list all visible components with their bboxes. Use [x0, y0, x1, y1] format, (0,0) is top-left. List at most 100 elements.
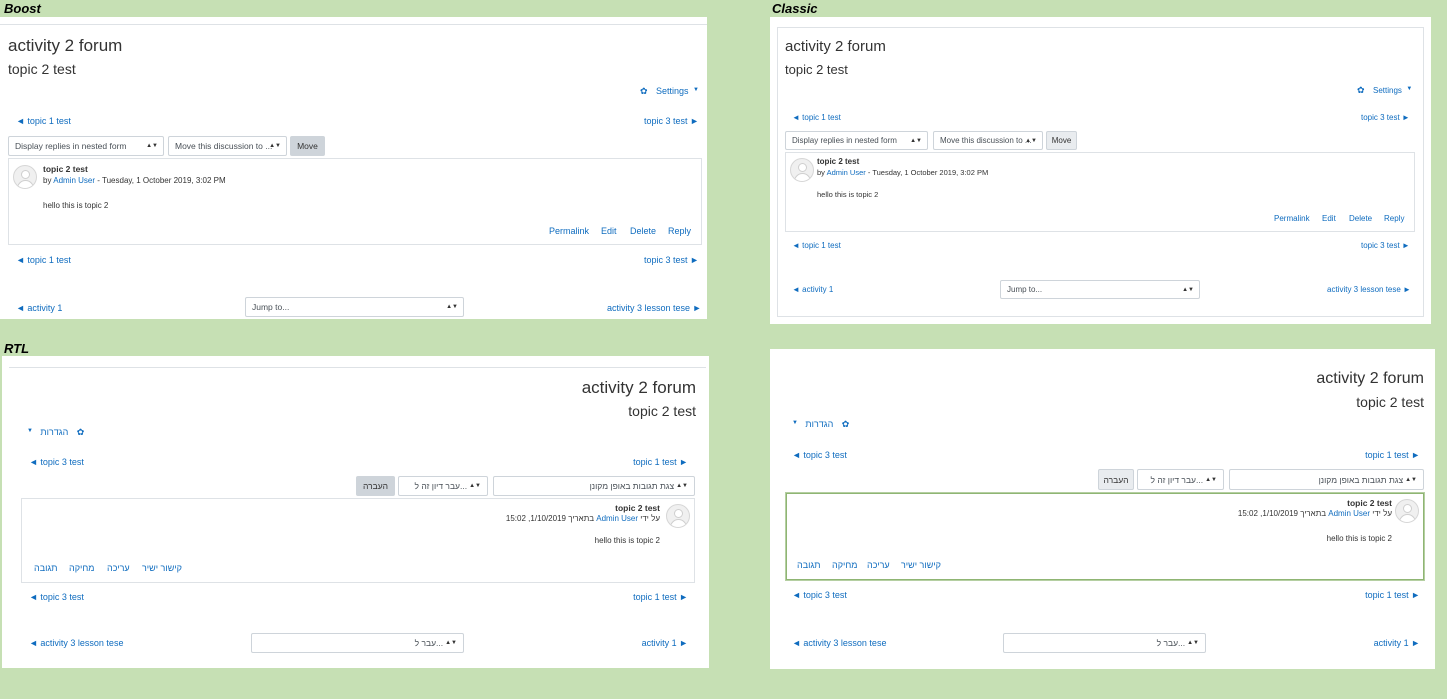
avatar[interactable] [13, 165, 37, 189]
edit-link[interactable]: Edit [601, 226, 617, 236]
delete-link[interactable]: מחיקה [69, 563, 94, 573]
post-body: hello this is topic 2 [43, 201, 109, 210]
delete-link[interactable]: Delete [1349, 214, 1372, 223]
reply-link[interactable]: Reply [1384, 214, 1404, 223]
post-author-link[interactable]: Admin User [827, 168, 866, 177]
post-subject: topic 2 test [615, 503, 660, 513]
post-meta: by Admin User - Tuesday, 1 October 2019,… [43, 176, 226, 185]
delete-link[interactable]: מחיקה [832, 560, 857, 570]
jump-to-value: עבר ל... [414, 638, 444, 648]
next-topic-link-bottom[interactable]: topic 3 test ► [1361, 241, 1410, 250]
page-title: activity 2 forum [1316, 370, 1424, 387]
post-author-link[interactable]: Admin User [596, 514, 638, 523]
post-subject: topic 2 test [1347, 498, 1392, 508]
post-meta: בתאריך 1/10/2019, 15:02 Admin User על יד… [1238, 509, 1392, 518]
next-topic-link[interactable]: topic 3 test ► [1361, 113, 1410, 122]
settings-menu[interactable]: ▼ הגדרות ✿ [792, 414, 849, 432]
next-topic-link-bottom[interactable]: topic 1 test ► [1365, 590, 1420, 600]
jump-to-select[interactable]: עבר ל... ▲▼ [251, 633, 464, 653]
settings-label: הגדרות [40, 427, 69, 437]
next-activity-link[interactable]: activity 3 lesson tese ► [1327, 285, 1411, 294]
prev-topic-link[interactable]: ◄ topic 3 test [29, 457, 84, 467]
prev-activity-link[interactable]: ◄ activity 3 lesson tese [792, 638, 886, 648]
forum-post: topic 2 test בתאריך 1/10/2019, 15:02 Adm… [21, 498, 695, 583]
move-discussion-value: Move this discussion to ... [940, 136, 1032, 145]
next-topic-link[interactable]: topic 1 test ► [633, 457, 688, 467]
prev-activity-link[interactable]: ◄ activity 3 lesson tese [29, 638, 123, 648]
next-activity-link[interactable]: activity 1 ► [1374, 638, 1420, 648]
prev-topic-link-bottom[interactable]: ◄ topic 3 test [792, 590, 847, 600]
avatar[interactable] [1395, 499, 1419, 523]
move-button[interactable]: Move [290, 136, 325, 156]
post-date: - Tuesday, 1 October 2019, 3:02 PM [97, 176, 226, 185]
move-button[interactable]: העברה [1098, 469, 1134, 490]
prev-topic-link-bottom[interactable]: ◄ topic 1 test [16, 255, 71, 265]
prev-activity-link[interactable]: ◄ activity 1 [16, 303, 62, 313]
next-topic-link[interactable]: topic 1 test ► [1365, 450, 1420, 460]
boost-panel: activity 2 forum topic 2 test ✿ Settings… [0, 17, 707, 319]
permalink-link[interactable]: קישור ישיר [142, 563, 182, 573]
classic-panel: activity 2 forum topic 2 test ✿ Settings… [770, 17, 1431, 324]
select-arrows-icon: ▲▼ [676, 483, 688, 489]
forum-post: topic 2 test בתאריך 1/10/2019, 15:02 Adm… [786, 493, 1424, 580]
prev-topic-link[interactable]: ◄ topic 1 test [16, 116, 71, 126]
avatar[interactable] [790, 158, 814, 182]
prev-topic-link-bottom[interactable]: ◄ topic 3 test [29, 592, 84, 602]
display-mode-select[interactable]: צגת תגובות באופן מקונן ▲▼ [1229, 469, 1424, 490]
post-by: על ידי [1372, 509, 1392, 518]
move-discussion-select[interactable]: עבר דיון זה ל... ▲▼ [1137, 469, 1224, 490]
jump-to-select[interactable]: Jump to... ▲▼ [1000, 280, 1200, 299]
caption-boost: Boost [4, 1, 41, 16]
edit-link[interactable]: Edit [1322, 214, 1336, 223]
delete-link[interactable]: Delete [630, 226, 656, 236]
post-body: hello this is topic 2 [594, 536, 660, 545]
next-activity-link[interactable]: activity 3 lesson tese ► [607, 303, 701, 313]
forum-post: topic 2 test by Admin User - Tuesday, 1 … [8, 158, 702, 245]
reply-link[interactable]: תגובה [34, 563, 57, 573]
page-title: activity 2 forum [581, 378, 696, 397]
next-topic-link-bottom[interactable]: topic 3 test ► [644, 255, 699, 265]
prev-topic-link-bottom[interactable]: ◄ topic 1 test [792, 241, 841, 250]
select-arrows-icon: ▲▼ [1187, 640, 1199, 646]
move-button[interactable]: Move [1046, 131, 1077, 150]
next-topic-link-bottom[interactable]: topic 1 test ► [633, 592, 688, 602]
move-discussion-select[interactable]: עבר דיון זה ל... ▲▼ [398, 476, 488, 496]
discussion-title: topic 2 test [8, 61, 76, 77]
next-activity-link[interactable]: activity 1 ► [642, 638, 688, 648]
edit-link[interactable]: עריכה [867, 560, 890, 570]
page-title: activity 2 forum [785, 38, 886, 55]
reply-link[interactable]: Reply [668, 226, 691, 236]
display-mode-select[interactable]: Display replies in nested form ▲▼ [785, 131, 928, 150]
display-mode-select[interactable]: Display replies in nested form ▲▼ [8, 136, 164, 156]
select-arrows-icon: ▲▼ [1405, 476, 1417, 483]
jump-to-select[interactable]: עבר ל... ▲▼ [1003, 633, 1206, 653]
select-arrows-icon: ▲▼ [1205, 476, 1217, 483]
move-discussion-select[interactable]: Move this discussion to ... ▲▼ [933, 131, 1043, 150]
post-author-link[interactable]: Admin User [1328, 509, 1370, 518]
settings-menu[interactable]: ▼ הגדרות ✿ [27, 422, 84, 440]
permalink-link[interactable]: Permalink [1274, 214, 1310, 223]
settings-menu[interactable]: ✿ Settings ▼ [1357, 80, 1412, 98]
discussion-title: topic 2 test [1356, 394, 1424, 410]
move-button[interactable]: העברה [356, 476, 395, 496]
permalink-link[interactable]: Permalink [549, 226, 589, 236]
display-mode-select[interactable]: צגת תגובות באופן מקונן ▲▼ [493, 476, 695, 496]
select-arrows-icon: ▲▼ [469, 483, 481, 489]
permalink-link[interactable]: קישור ישיר [901, 560, 941, 570]
settings-menu[interactable]: ✿ Settings ▼ [640, 81, 699, 99]
select-arrows-icon: ▲▼ [910, 137, 922, 144]
post-author-link[interactable]: Admin User [53, 176, 95, 185]
avatar[interactable] [666, 504, 690, 528]
prev-topic-link[interactable]: ◄ topic 1 test [792, 113, 841, 122]
jump-to-value: Jump to... [1007, 285, 1043, 294]
move-discussion-select[interactable]: Move this discussion to ... ▲▼ [168, 136, 287, 156]
edit-link[interactable]: עריכה [107, 563, 130, 573]
next-topic-link[interactable]: topic 3 test ► [644, 116, 699, 126]
discussion-title: topic 2 test [628, 403, 696, 419]
jump-to-value: Jump to... [252, 302, 290, 312]
prev-topic-link[interactable]: ◄ topic 3 test [792, 450, 847, 460]
rtl-classic-panel: activity 2 forum topic 2 test ▼ הגדרות ✿… [770, 349, 1435, 669]
reply-link[interactable]: תגובה [797, 560, 820, 570]
jump-to-select[interactable]: Jump to... ▲▼ [245, 297, 464, 317]
prev-activity-link[interactable]: ◄ activity 1 [792, 285, 833, 294]
